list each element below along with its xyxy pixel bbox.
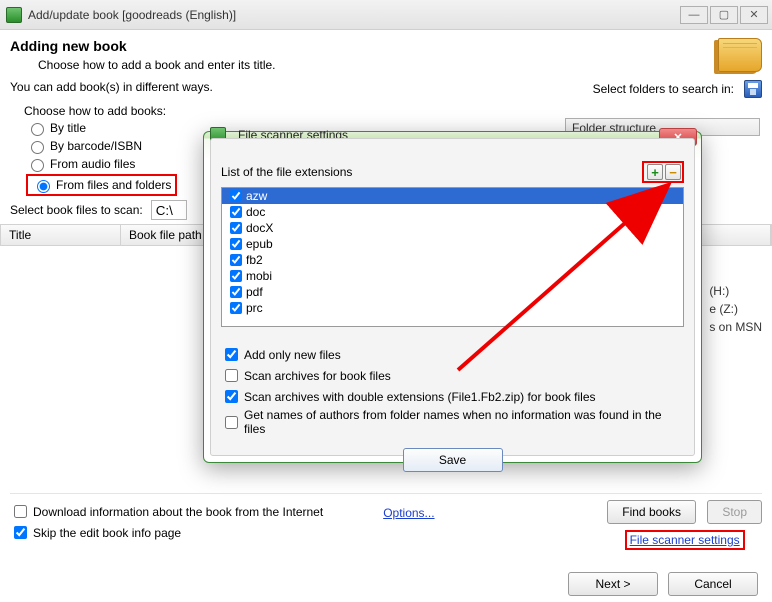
ext-label: azw bbox=[246, 189, 267, 203]
ext-list-label: List of the file extensions bbox=[221, 165, 352, 179]
chk-add-only-new-label: Add only new files bbox=[244, 348, 341, 362]
footer: Next > Cancel bbox=[0, 572, 772, 596]
ext-row-docx[interactable]: docX bbox=[222, 220, 683, 236]
stop-button: Stop bbox=[707, 500, 762, 524]
ext-row-prc[interactable]: prc bbox=[222, 300, 683, 316]
save-icon[interactable] bbox=[744, 80, 762, 98]
ext-label: docX bbox=[246, 221, 273, 235]
ext-label: epub bbox=[246, 237, 273, 251]
drive-h: (H:) bbox=[709, 284, 762, 298]
ext-row-mobi[interactable]: mobi bbox=[222, 268, 683, 284]
chk-download-info-label: Download information about the book from… bbox=[33, 505, 323, 519]
close-button[interactable]: ✕ bbox=[740, 6, 768, 24]
ext-row-doc[interactable]: doc bbox=[222, 204, 683, 220]
page-title: Adding new book bbox=[10, 38, 718, 54]
column-title[interactable]: Title bbox=[1, 225, 121, 245]
find-books-button[interactable]: Find books bbox=[607, 500, 696, 524]
ext-list[interactable]: azw doc docX epub fb2 mobi pdf prc bbox=[221, 187, 684, 327]
ext-label: prc bbox=[246, 301, 263, 315]
radio-by-barcode-label: By barcode/ISBN bbox=[50, 139, 142, 153]
next-button[interactable]: Next > bbox=[568, 572, 658, 596]
window-title: Add/update book [goodreads (English)] bbox=[28, 8, 678, 22]
select-folders-label: Select folders to search in: bbox=[593, 82, 734, 96]
options-link[interactable]: Options... bbox=[383, 506, 434, 520]
radio-from-files[interactable]: From files and folders bbox=[26, 174, 177, 196]
radio-by-title-label: By title bbox=[50, 121, 86, 135]
file-scanner-modal: File scanner settings ✕ List of the file… bbox=[203, 131, 702, 463]
remove-extension-button[interactable]: − bbox=[665, 164, 681, 180]
maximize-button[interactable]: ▢ bbox=[710, 6, 738, 24]
ext-label: fb2 bbox=[246, 253, 263, 267]
path-input[interactable] bbox=[151, 200, 187, 220]
choose-label: Choose how to add books: bbox=[24, 104, 762, 118]
ext-label: mobi bbox=[246, 269, 272, 283]
radio-from-audio-label: From audio files bbox=[50, 157, 135, 171]
chk-scan-double-ext[interactable]: Scan archives with double extensions (Fi… bbox=[221, 387, 684, 406]
chk-scan-archives[interactable]: Scan archives for book files bbox=[221, 366, 684, 385]
chk-get-author-names-label: Get names of authors from folder names w… bbox=[244, 408, 684, 436]
titlebar: Add/update book [goodreads (English)] — … bbox=[0, 0, 772, 30]
chk-scan-archives-label: Scan archives for book files bbox=[244, 369, 391, 383]
ext-label: doc bbox=[246, 205, 265, 219]
ways-row: You can add book(s) in different ways. S… bbox=[0, 76, 772, 102]
ext-row-epub[interactable]: epub bbox=[222, 236, 683, 252]
chk-scan-double-ext-label: Scan archives with double extensions (Fi… bbox=[244, 390, 596, 404]
header: Adding new book Choose how to add a book… bbox=[0, 30, 772, 76]
ext-label: pdf bbox=[246, 285, 263, 299]
drive-hints: (H:) e (Z:) s on MSN bbox=[709, 280, 762, 338]
ext-row-azw[interactable]: azw bbox=[222, 188, 683, 204]
cancel-button[interactable]: Cancel bbox=[668, 572, 758, 596]
page-subtitle: Choose how to add a book and enter its t… bbox=[38, 58, 718, 72]
add-remove-highlight: + − bbox=[642, 161, 684, 183]
file-scanner-settings-link[interactable]: File scanner settings bbox=[625, 530, 745, 550]
chk-skip-edit[interactable]: Skip the edit book info page bbox=[10, 523, 607, 542]
ext-row-pdf[interactable]: pdf bbox=[222, 284, 683, 300]
drive-msn: s on MSN bbox=[709, 320, 762, 334]
ways-text: You can add book(s) in different ways. bbox=[10, 80, 213, 98]
select-files-label: Select book files to scan: bbox=[10, 203, 143, 217]
chk-add-only-new[interactable]: Add only new files bbox=[221, 345, 684, 364]
chk-skip-edit-label: Skip the edit book info page bbox=[33, 526, 181, 540]
minimize-button[interactable]: — bbox=[680, 6, 708, 24]
drive-z: e (Z:) bbox=[709, 302, 762, 316]
radio-from-files-label: From files and folders bbox=[56, 178, 171, 192]
chk-download-info[interactable]: Download information about the book from… bbox=[10, 502, 607, 521]
bottom-options: Download information about the book from… bbox=[10, 493, 762, 550]
modal-save-button[interactable]: Save bbox=[403, 448, 503, 472]
app-icon bbox=[6, 7, 22, 23]
chk-get-author-names[interactable]: Get names of authors from folder names w… bbox=[221, 408, 684, 436]
add-extension-button[interactable]: + bbox=[647, 164, 663, 180]
ext-row-fb2[interactable]: fb2 bbox=[222, 252, 683, 268]
book-icon bbox=[718, 38, 762, 72]
